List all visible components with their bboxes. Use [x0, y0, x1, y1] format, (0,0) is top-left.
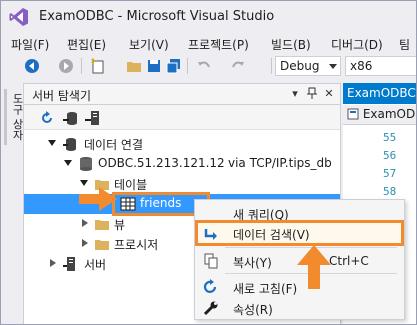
- menu-item-label: 데이터 검색(V): [233, 228, 310, 242]
- chevron-down-icon: [329, 64, 337, 69]
- editor-tab[interactable]: ExamODBCDb: [343, 83, 416, 104]
- tree-label: 서버: [84, 258, 107, 272]
- panel-menu-icon[interactable]: ▾: [288, 87, 302, 100]
- tree-item-odbc-connection[interactable]: ODBC.51.213.121.12 via TCP/IP.tips_db: [24, 154, 340, 174]
- menu-item-label: 복사(Y): [233, 256, 272, 270]
- redo-icon[interactable]: [229, 57, 247, 75]
- pin-icon[interactable]: [305, 87, 319, 102]
- open-folder-icon[interactable]: [125, 57, 143, 75]
- menu-item-retrieve-data[interactable]: 데이터 검색(V): [195, 222, 404, 244]
- window-title: ExamODBC - Microsoft Visual Studio: [39, 9, 275, 24]
- annotation-arrow-up-icon: [297, 245, 331, 289]
- configuration-select[interactable]: Debug: [275, 56, 341, 76]
- menu-item-shortcut: Ctrl+C: [329, 254, 369, 268]
- connect-server-icon[interactable]: [84, 109, 102, 127]
- platform-select[interactable]: x86: [345, 56, 416, 76]
- servers-icon: [63, 257, 75, 271]
- expand-closed-icon[interactable]: [82, 219, 88, 227]
- menu-file[interactable]: 파일(F): [11, 36, 49, 53]
- save-icon[interactable]: [145, 57, 163, 75]
- save-all-icon[interactable]: [165, 57, 183, 75]
- tree-label: 데이터 연결: [84, 138, 144, 152]
- wrench-icon: [203, 301, 218, 316]
- expand-open-icon[interactable]: [64, 160, 72, 166]
- toolbox-side-tab[interactable]: 도구 상자: [1, 83, 24, 324]
- menu-debug[interactable]: 디버그(D): [331, 36, 383, 53]
- configuration-value: Debug: [280, 59, 320, 73]
- refresh-icon: [203, 279, 217, 293]
- panel-title-bar: 서버 탐색기 ▾ ✕: [24, 84, 340, 105]
- new-project-icon[interactable]: [89, 57, 107, 75]
- tree-label: ODBC.51.213.121.12: [98, 156, 225, 170]
- line-number: 55: [383, 131, 397, 144]
- menu-bar: 파일(F) 편집(E) 보기(V) 프로젝트(P) 빌드(B) 디버그(D) 팀: [1, 33, 416, 55]
- undo-icon[interactable]: [195, 57, 213, 75]
- annotation-arrow-right-icon: [79, 187, 117, 211]
- file-icon: [347, 108, 359, 120]
- copy-icon: [204, 253, 218, 269]
- retrieve-data-icon: [204, 229, 217, 240]
- panel-title: 서버 탐색기: [32, 89, 92, 103]
- menu-item-properties[interactable]: 속성(R): [195, 297, 404, 319]
- menu-edit[interactable]: 편집(E): [67, 36, 106, 53]
- visual-studio-logo-icon: [9, 8, 28, 26]
- folder-icon: [95, 220, 109, 230]
- expand-closed-icon[interactable]: [50, 259, 56, 267]
- folder-icon: [95, 240, 109, 250]
- line-number: 57: [383, 167, 397, 180]
- line-number: 56: [383, 149, 397, 162]
- menu-item-label: 속성(R): [233, 303, 273, 317]
- line-number: 58: [383, 185, 397, 198]
- refresh-icon[interactable]: [38, 109, 56, 127]
- tree-label: 뷰: [114, 218, 126, 232]
- back-icon[interactable]: [23, 57, 41, 75]
- visual-studio-window: ExamODBC - Microsoft Visual Studio 파일(F)…: [0, 0, 417, 325]
- tree-label-suffix: via TCP/IP.tips_db: [228, 156, 332, 170]
- expand-closed-icon[interactable]: [82, 239, 88, 247]
- menu-build[interactable]: 빌드(B): [271, 36, 311, 53]
- menu-item-label: 새로 고침(F): [233, 282, 298, 296]
- expand-open-icon[interactable]: [48, 140, 56, 146]
- forward-icon[interactable]: [57, 57, 75, 75]
- tree-item-data-connections[interactable]: 데이터 연결: [24, 134, 340, 154]
- editor-navigation-bar[interactable]: ExamODBC: [343, 105, 416, 125]
- menu-team[interactable]: 팀: [399, 36, 410, 53]
- platform-value: x86: [350, 59, 373, 73]
- database-icon: [80, 157, 92, 171]
- tree-item-tables[interactable]: 테이블: [24, 174, 340, 194]
- panel-toolbar: [24, 106, 340, 130]
- data-connections-icon: [63, 138, 76, 151]
- menu-view[interactable]: 보기(V): [129, 36, 169, 53]
- standard-toolbar: Debug x86: [1, 55, 416, 77]
- tree-label: 프로시저: [114, 238, 159, 252]
- menu-project[interactable]: 프로젝트(P): [188, 36, 249, 53]
- connect-database-icon[interactable]: [62, 109, 80, 127]
- title-bar: ExamODBC - Microsoft Visual Studio: [1, 1, 416, 33]
- editor-file-name: ExamODBC: [362, 107, 416, 121]
- close-icon[interactable]: ✕: [322, 87, 336, 100]
- expand-open-icon[interactable]: [80, 180, 88, 186]
